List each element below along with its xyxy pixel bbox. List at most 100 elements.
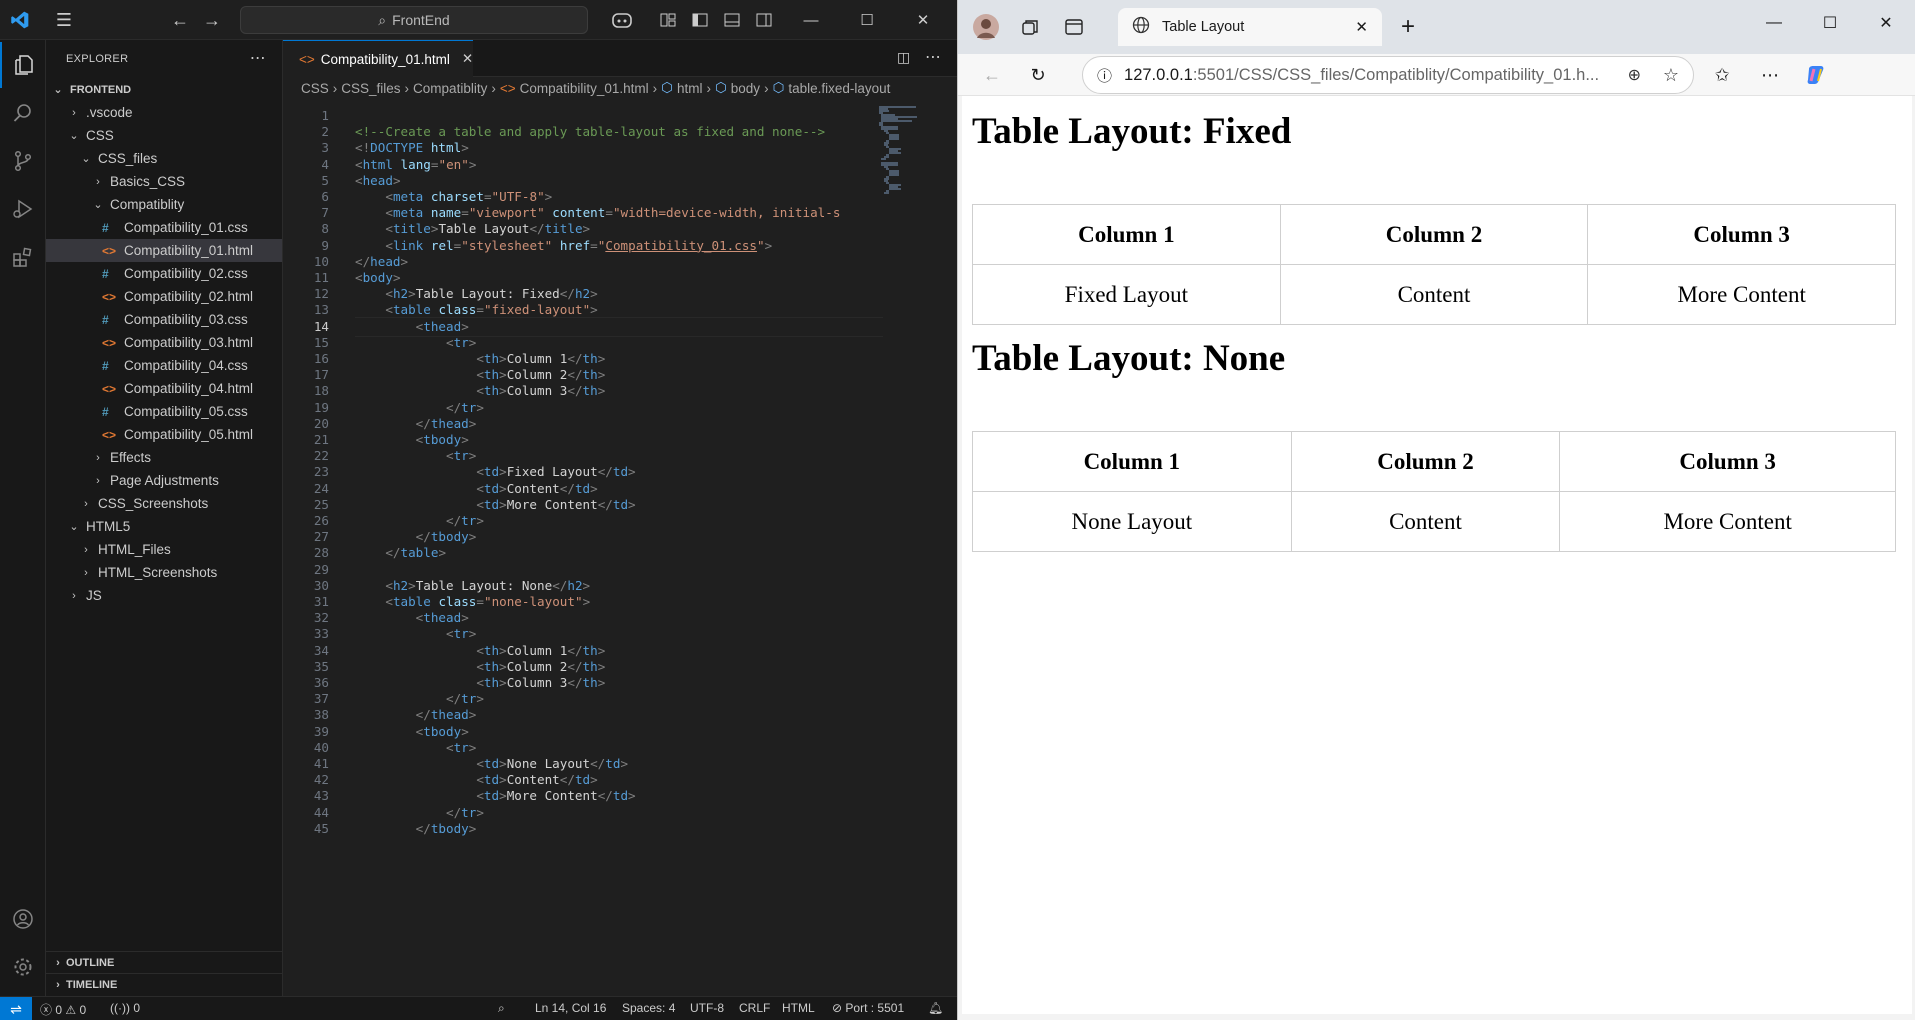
accounts-icon[interactable] xyxy=(0,896,46,942)
zoom-icon[interactable]: ⌕ xyxy=(498,1001,505,1016)
settings-more-icon[interactable]: ⋯ xyxy=(1752,57,1788,93)
tree-folder[interactable]: ⌄ HTML5 xyxy=(46,515,282,538)
tree-item-label: Compatibility_05.css xyxy=(124,404,248,419)
tree-file[interactable]: # Compatibility_02.css xyxy=(46,262,282,285)
tree-folder[interactable]: › CSS_Screenshots xyxy=(46,492,282,515)
forward-arrow-icon[interactable]: → xyxy=(198,6,226,34)
minimize-icon[interactable]: — xyxy=(788,0,834,40)
tree-file[interactable]: # Compatibility_05.css xyxy=(46,400,282,423)
explorer-root-folder[interactable]: ⌄ FRONTEND xyxy=(46,78,282,101)
chevron-down-icon: ⌄ xyxy=(69,521,79,533)
outline-section[interactable]: › OUTLINE xyxy=(46,951,283,973)
timeline-section[interactable]: › TIMELINE xyxy=(46,973,283,995)
tree-folder[interactable]: › Page Adjustments xyxy=(46,469,282,492)
code-line: <!DOCTYPE html> xyxy=(355,140,469,156)
source-control-icon[interactable] xyxy=(0,138,46,184)
editor-more-icon[interactable]: ⋯ xyxy=(925,47,941,67)
problems-indicator[interactable]: ⓧ 0 ⚠ 0 xyxy=(40,1001,86,1018)
browser-tab-active[interactable]: Table Layout ✕ xyxy=(1118,8,1382,46)
breadcrumb-item[interactable]: body xyxy=(731,81,760,96)
notifications-bell-icon[interactable]: 🔔︎ xyxy=(928,1001,943,1015)
line-number: 43 xyxy=(313,788,329,804)
eol-status[interactable]: CRLF xyxy=(739,1001,770,1015)
breadcrumb-item[interactable]: Compatibility_01.html xyxy=(520,81,649,96)
tree-file[interactable]: <> Compatibility_04.html xyxy=(46,377,282,400)
breadcrumb-item[interactable]: html xyxy=(677,81,703,96)
new-tab-plus-icon[interactable]: + xyxy=(1390,9,1426,45)
vertical-tabs-icon[interactable] xyxy=(1056,9,1092,45)
minimap[interactable] xyxy=(873,102,957,992)
breadcrumb-item[interactable]: CSS_files xyxy=(341,81,400,96)
close-tab-icon[interactable]: ✕ xyxy=(1355,18,1368,36)
tree-folder[interactable]: › HTML_Screenshots xyxy=(46,561,282,584)
extensions-icon[interactable] xyxy=(0,234,46,280)
toggle-primary-sidebar-icon[interactable] xyxy=(686,6,714,34)
tree-file[interactable]: <> Compatibility_03.html xyxy=(46,331,282,354)
profile-avatar[interactable] xyxy=(968,9,1004,45)
toggle-secondary-sidebar-icon[interactable] xyxy=(750,6,778,34)
copilot-icon[interactable] xyxy=(602,6,642,34)
command-center[interactable]: ⌕ FrontEnd xyxy=(240,6,588,34)
breadcrumb-item[interactable]: table.fixed-layout xyxy=(788,81,890,96)
close-icon[interactable]: ✕ xyxy=(900,0,946,40)
ports-icon: ((·)) xyxy=(110,1001,130,1015)
tree-folder[interactable]: ⌄ CSS_files xyxy=(46,147,282,170)
breadcrumb-item[interactable]: Compatiblity xyxy=(413,81,487,96)
tree-folder[interactable]: › HTML_Files xyxy=(46,538,282,561)
back-arrow-icon[interactable]: ← xyxy=(974,57,1010,93)
language-mode[interactable]: HTML xyxy=(782,1001,815,1015)
favorite-star-icon[interactable]: ☆ xyxy=(1663,65,1679,86)
refresh-icon[interactable]: ↻ xyxy=(1020,57,1056,93)
workspaces-icon[interactable] xyxy=(1012,9,1048,45)
tab-compatibility-01-html[interactable]: <> Compatibility_01.html ✕ xyxy=(283,40,473,77)
tree-folder[interactable]: › Basics_CSS xyxy=(46,170,282,193)
tree-folder[interactable]: ⌄ Compatiblity xyxy=(46,193,282,216)
code-editor[interactable]: 1 2 <!--Create a table and apply table-lay… xyxy=(283,102,883,992)
tree-file[interactable]: <> Compatibility_05.html xyxy=(46,423,282,446)
line-number: 36 xyxy=(313,675,329,690)
tree-file[interactable]: # Compatibility_04.css xyxy=(46,354,282,377)
address-bar[interactable]: ⓘ 127.0.0.1 :5501/CSS/CSS_files/Compatib… xyxy=(1082,56,1694,94)
globe-icon xyxy=(1132,16,1150,38)
cursor-position[interactable]: Ln 14, Col 16 xyxy=(535,1001,606,1015)
line-number: 6 xyxy=(321,189,329,204)
minimize-icon[interactable]: — xyxy=(1746,0,1802,46)
tree-file[interactable]: # Compatibility_01.css xyxy=(46,216,282,239)
run-debug-icon[interactable] xyxy=(0,186,46,232)
menu-icon[interactable]: ☰ xyxy=(50,6,78,34)
indentation-status[interactable]: Spaces: 4 xyxy=(622,1001,675,1015)
site-info-icon[interactable]: ⓘ xyxy=(1097,65,1112,86)
tree-folder[interactable]: › Effects xyxy=(46,446,282,469)
code-line: <thead> xyxy=(415,610,469,626)
tree-folder[interactable]: › .vscode xyxy=(46,101,282,124)
zoom-icon[interactable]: ⊕ xyxy=(1628,65,1641,85)
customize-layout-icon[interactable] xyxy=(654,6,682,34)
tree-folder[interactable]: ⌄ CSS xyxy=(46,124,282,147)
line-number: 23 xyxy=(313,464,329,480)
manage-gear-icon[interactable] xyxy=(0,944,46,990)
tree-file[interactable]: <> Compatibility_02.html xyxy=(46,285,282,308)
maximize-icon[interactable]: ☐ xyxy=(844,0,890,40)
copilot-icon[interactable] xyxy=(1798,57,1834,93)
maximize-icon[interactable]: ☐ xyxy=(1802,0,1858,46)
back-arrow-icon[interactable]: ← xyxy=(166,6,194,34)
table-cell: More Content xyxy=(1559,491,1896,552)
tree-file[interactable]: <> Compatibility_01.html xyxy=(46,239,282,262)
remote-indicator-icon[interactable]: ⇌ xyxy=(0,997,32,1020)
encoding-status[interactable]: UTF-8 xyxy=(690,1001,724,1015)
table-cell: Content xyxy=(1279,264,1589,325)
ports-indicator[interactable]: ((·)) 0 xyxy=(110,1001,140,1015)
tree-file[interactable]: # Compatibility_03.css xyxy=(46,308,282,331)
breadcrumb-item[interactable]: CSS xyxy=(301,81,329,96)
toggle-panel-icon[interactable] xyxy=(718,6,746,34)
close-icon[interactable]: ✕ xyxy=(1858,0,1914,46)
more-actions-icon[interactable]: ⋯ xyxy=(250,48,266,68)
close-tab-icon[interactable]: ✕ xyxy=(462,51,473,67)
split-editor-icon[interactable]: ◫ xyxy=(897,49,910,66)
line-number: 18 xyxy=(313,383,329,399)
favorites-icon[interactable]: ✩ xyxy=(1704,57,1740,93)
live-server-port[interactable]: ⊘ Port : 5501 xyxy=(832,1001,904,1015)
explorer-icon[interactable] xyxy=(0,42,46,88)
tree-folder[interactable]: › JS xyxy=(46,584,282,607)
search-icon[interactable] xyxy=(0,90,46,136)
